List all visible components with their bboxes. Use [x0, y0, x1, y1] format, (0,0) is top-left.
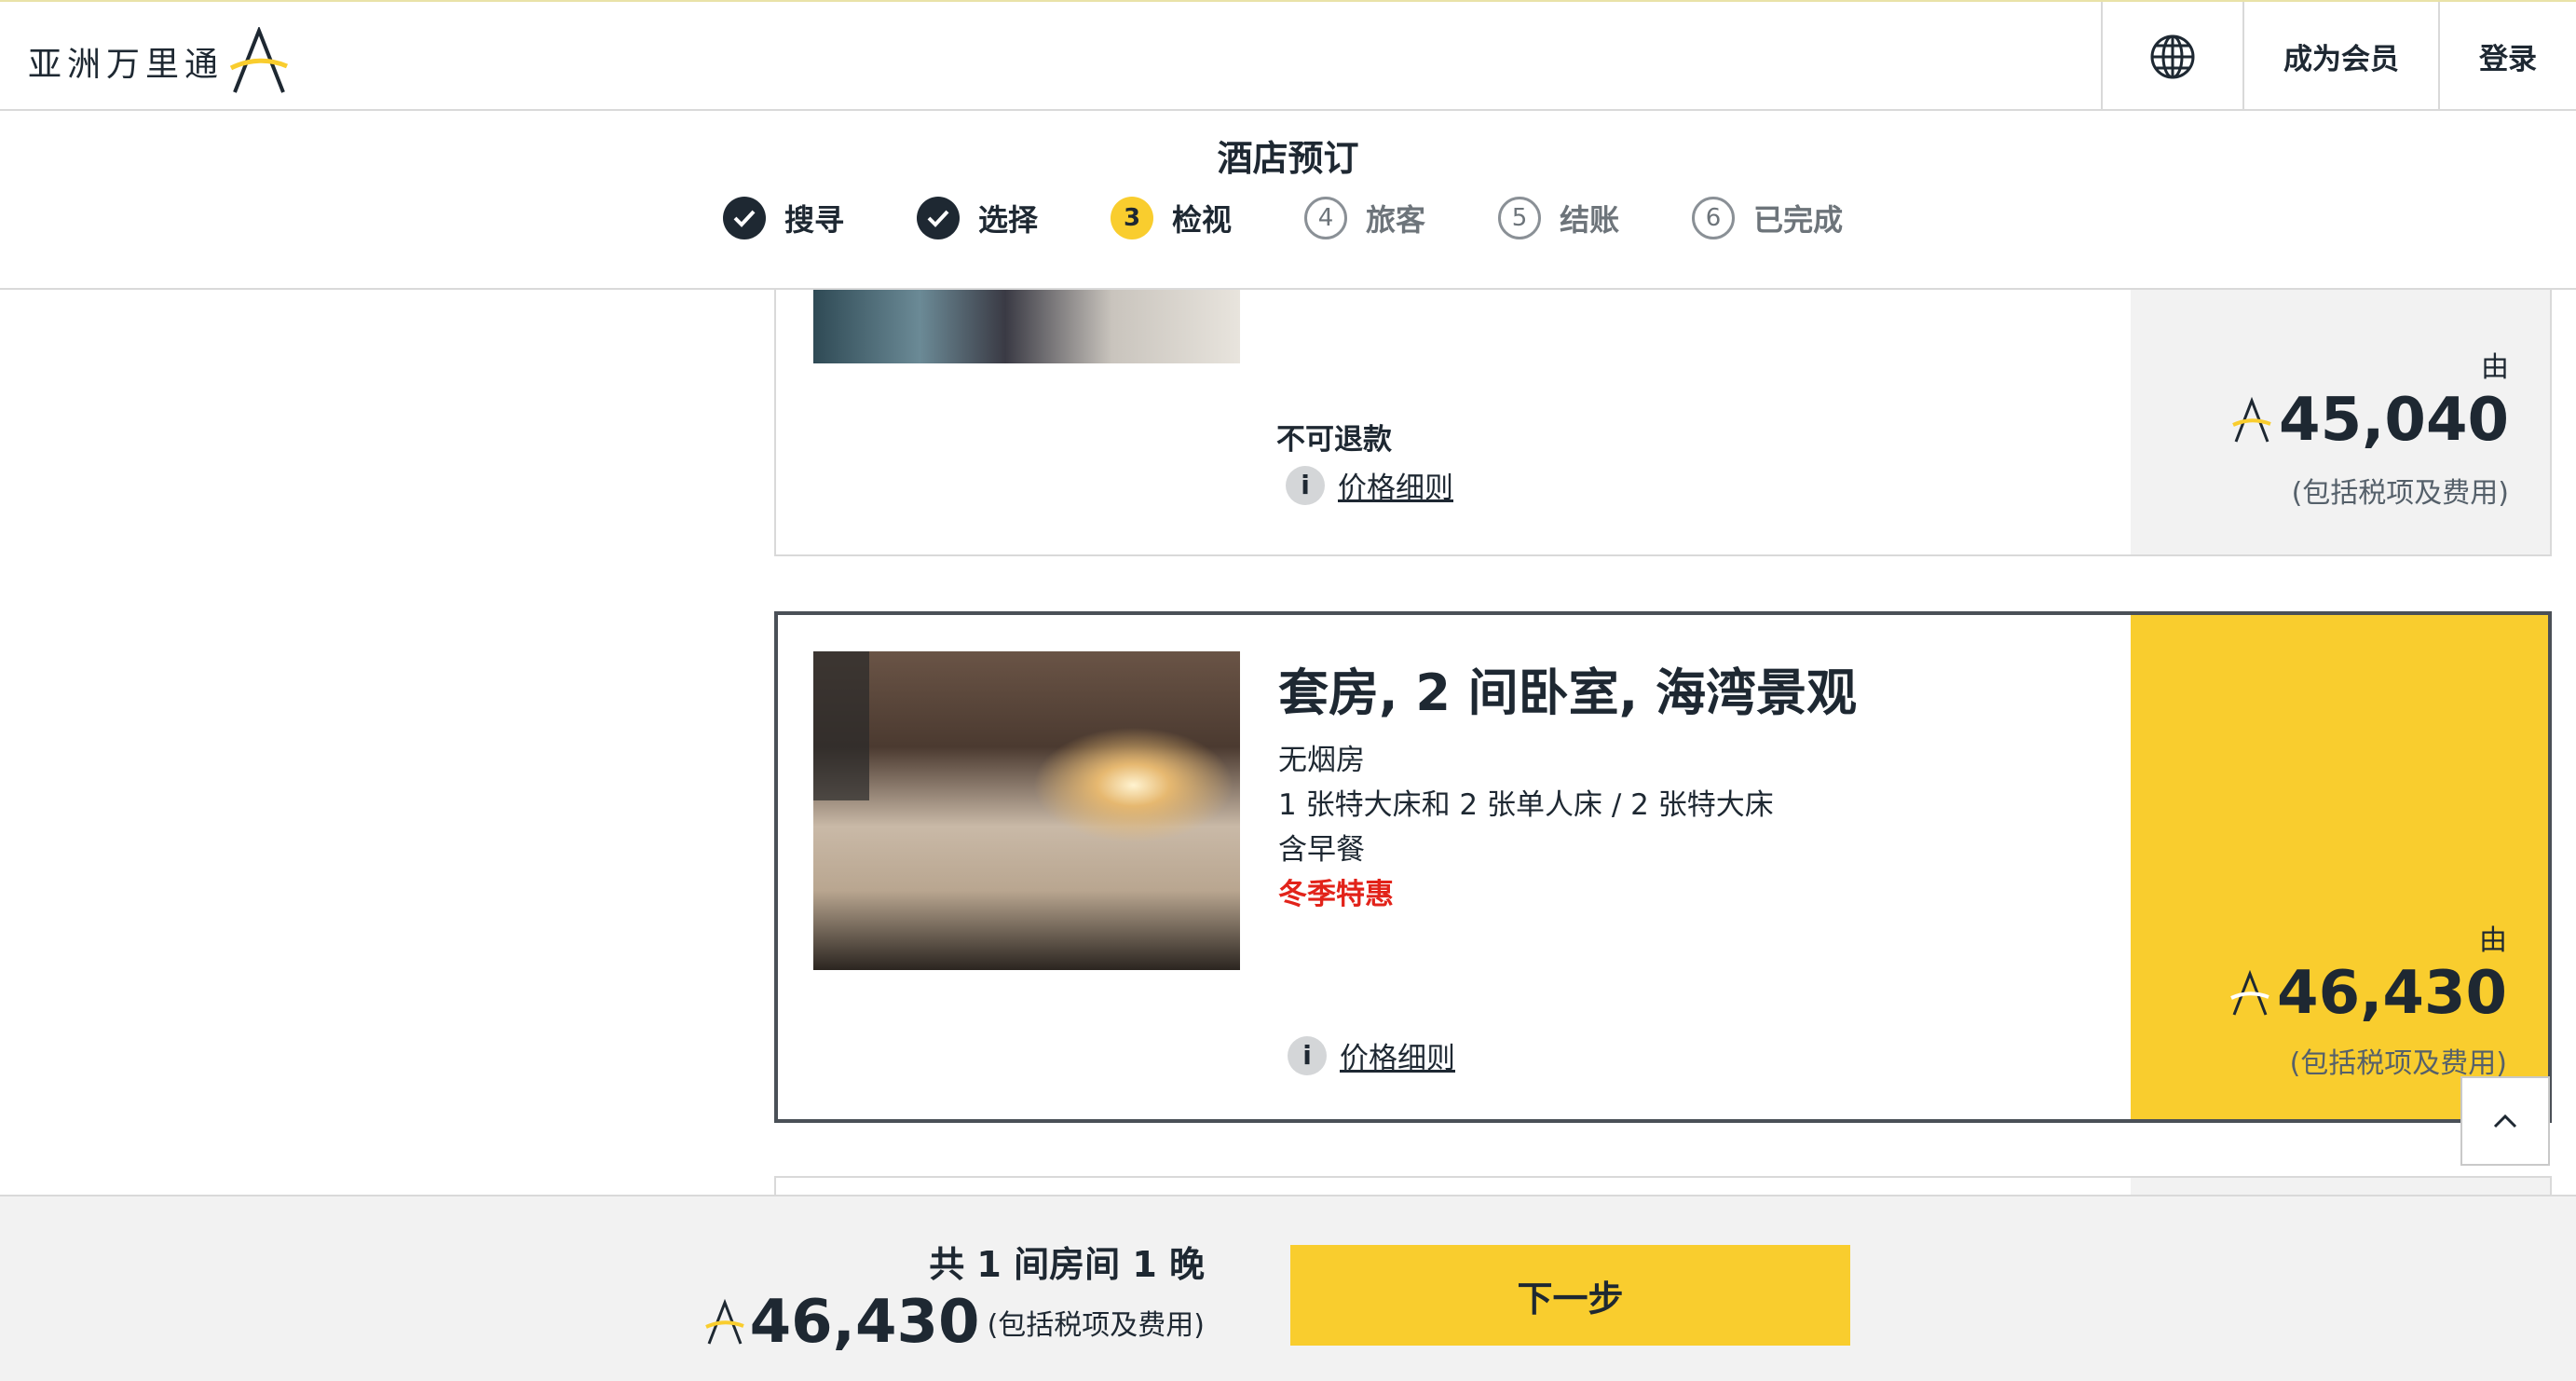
step-label: 搜寻: [784, 202, 845, 238]
price-details-label: 价格细则: [1338, 472, 1453, 505]
checkmark-icon: [917, 197, 961, 239]
step-label: 旅客: [1366, 202, 1426, 238]
price-details-link[interactable]: i 价格细则: [1286, 464, 1453, 506]
room-photo: [813, 651, 1240, 970]
logo-text: 亚洲万里通: [28, 46, 225, 84]
info-icon: i: [1288, 1035, 1327, 1075]
step-number: 5: [1498, 197, 1542, 239]
price-details-link[interactable]: i 价格细则: [1288, 1034, 1455, 1076]
step-number: 4: [1304, 197, 1348, 239]
room-price: 45,040: [2232, 386, 2509, 455]
join-member-link[interactable]: 成为会员: [2242, 2, 2438, 111]
room-title: 套房, 2 间卧室, 海湾景观: [1278, 663, 1857, 722]
room-card[interactable]: 不可退款 i 价格细则 由 45,040 (包括税项及费用): [774, 290, 2552, 556]
step-label: 检视: [1172, 202, 1233, 238]
step-guests: 4 旅客: [1304, 197, 1425, 239]
price-details-label: 价格细则: [1340, 1042, 1455, 1075]
step-label: 结账: [1560, 202, 1620, 238]
top-bar: 亚洲万里通 成为会员 登录: [0, 0, 2576, 111]
asia-miles-a-icon: [2232, 397, 2271, 443]
asia-miles-a-icon: [704, 1299, 744, 1345]
step-number: 6: [1692, 197, 1736, 239]
step-select[interactable]: 选择: [917, 197, 1038, 239]
bed-type: 1 张特大床和 2 张单人床 / 2 张特大床: [1278, 788, 1774, 822]
from-label: 由: [2479, 924, 2507, 957]
promo-badge: 冬季特惠: [1278, 878, 1394, 911]
rooms-nights-summary: 共 1 间房间 1 晚: [929, 1244, 1205, 1285]
total-price: 46,430 (包括税项及费用): [704, 1288, 1205, 1357]
step-number: 3: [1111, 197, 1154, 239]
next-button[interactable]: 下一步: [1290, 1245, 1850, 1346]
room-photo: [813, 290, 1240, 363]
step-complete: 6 已完成: [1692, 197, 1843, 239]
top-nav: 成为会员 登录: [2101, 2, 2576, 111]
login-link[interactable]: 登录: [2438, 2, 2576, 111]
checkmark-icon: [723, 197, 766, 239]
back-to-top-button[interactable]: [2460, 1076, 2550, 1166]
page-title: 酒店预订: [1217, 138, 1359, 179]
step-label: 选择: [978, 202, 1039, 238]
booking-summary-bar: 共 1 间房间 1 晚 46,430 (包括税项及费用) 下一步: [0, 1195, 2576, 1381]
price-value: 46,430: [2277, 959, 2507, 1028]
asia-miles-a-icon: [2230, 970, 2269, 1016]
from-label: 由: [2481, 351, 2509, 384]
language-button[interactable]: [2101, 2, 2242, 111]
step-review: 3 检视: [1111, 197, 1232, 239]
price-panel[interactable]: 由 45,040 (包括税项及费用): [2131, 290, 2550, 554]
total-price-value: 46,430: [749, 1288, 980, 1357]
step-label: 已完成: [1753, 202, 1844, 238]
room-price: 46,430: [2230, 959, 2507, 1028]
smoking-policy: 无烟房: [1278, 744, 1365, 777]
globe-icon: [2150, 34, 2195, 78]
tax-note: (包括税项及费用): [987, 1309, 1205, 1342]
info-icon: i: [1286, 465, 1325, 505]
step-indicator: 搜寻 选择 3 检视 4 旅客 5 结账 6 已完成: [723, 197, 1915, 239]
booking-progress: 酒店预订 搜寻 选择 3 检视 4 旅客 5 结账 6 已完成: [0, 111, 2576, 290]
refund-policy: 不可退款: [1276, 423, 1392, 457]
asia-miles-a-icon: [229, 27, 289, 93]
chevron-up-icon: [2493, 1114, 2517, 1128]
step-checkout: 5 结账: [1498, 197, 1619, 239]
tax-note: (包括税项及费用): [2291, 477, 2509, 510]
room-card-selected[interactable]: 套房, 2 间卧室, 海湾景观 无烟房 1 张特大床和 2 张单人床 / 2 张…: [774, 611, 2552, 1123]
step-search[interactable]: 搜寻: [723, 197, 844, 239]
logo[interactable]: 亚洲万里通: [28, 24, 289, 99]
price-panel[interactable]: 由 46,430 (包括税项及费用): [2131, 615, 2548, 1119]
meal-plan: 含早餐: [1278, 833, 1365, 867]
price-value: 45,040: [2279, 386, 2509, 455]
tax-note: (包括税项及费用): [2289, 1047, 2507, 1080]
